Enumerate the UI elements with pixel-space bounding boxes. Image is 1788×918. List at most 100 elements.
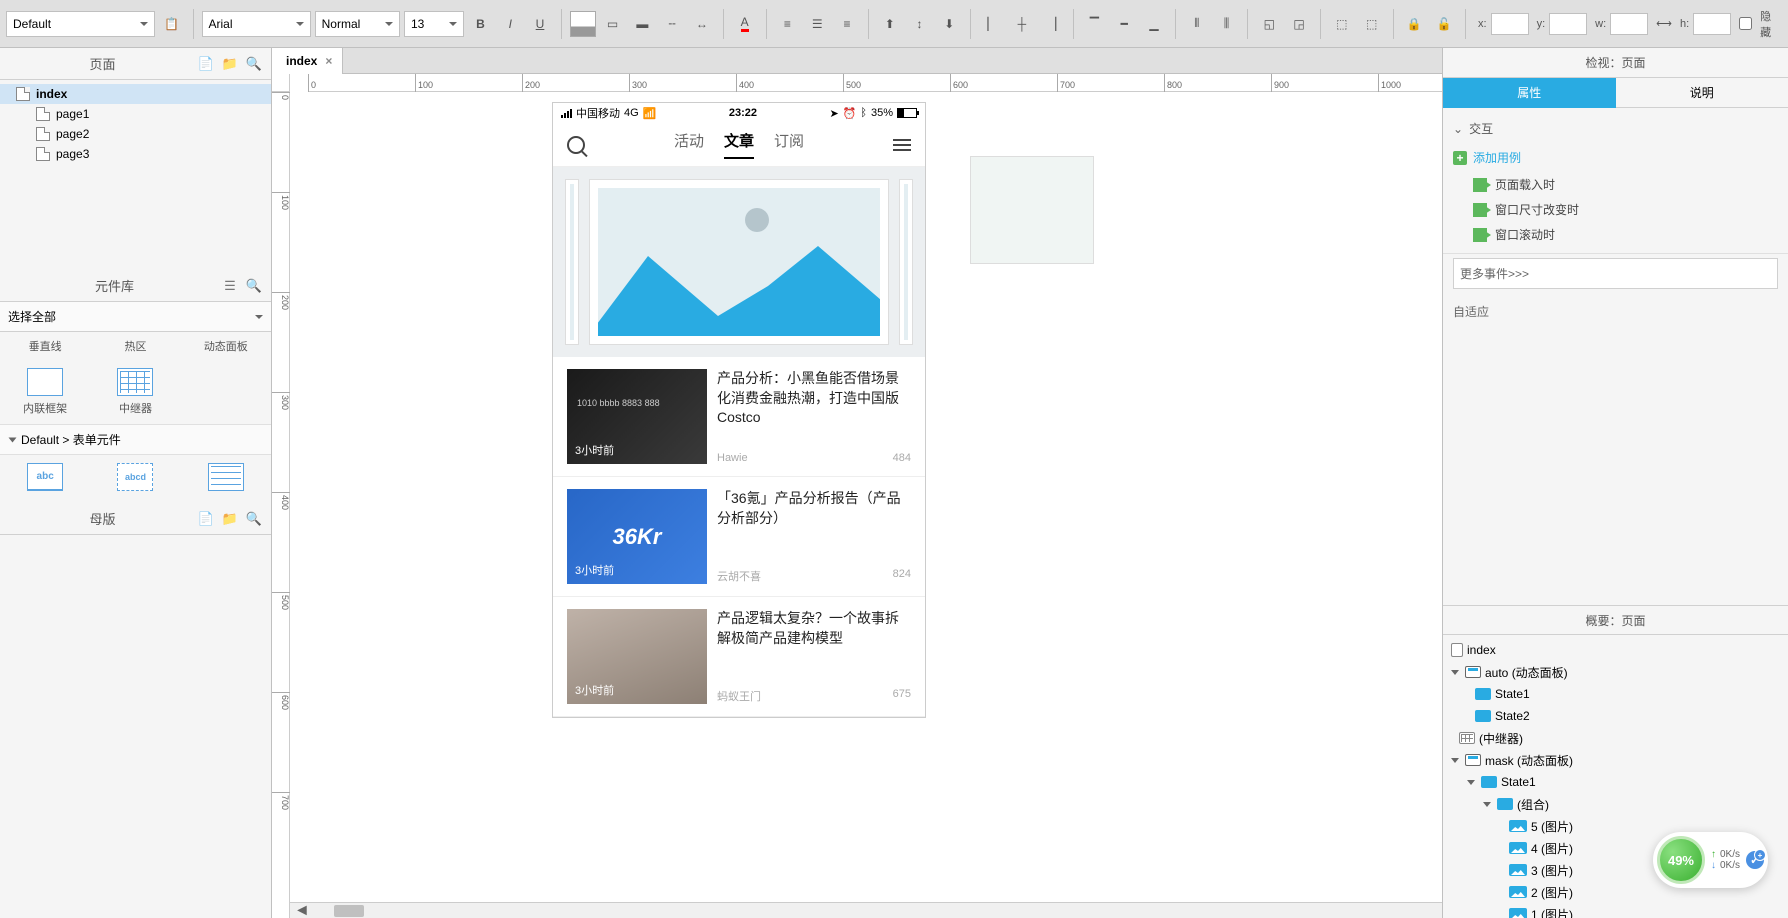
hidden-checkbox[interactable] [1739,17,1752,30]
library-category[interactable]: Default > 表单元件 [0,424,271,455]
valign-bottom-button[interactable]: ⬇ [936,11,962,37]
nav-tab-subscribe[interactable]: 订阅 [774,130,804,159]
article-title: 「36氪」产品分析报告（产品分析部分） [717,489,911,528]
w-input[interactable] [1610,13,1648,35]
library-search-icon[interactable]: 🔍 [245,277,263,295]
link-wh-icon[interactable]: ⟷ [1656,17,1672,30]
outline-dynpanel[interactable]: auto (动态面板) [1443,661,1788,683]
event-window-scroll[interactable]: 窗口滚动时 [1453,222,1778,247]
obj-align-middle[interactable]: ━ [1111,11,1137,37]
outline-state[interactable]: State2 [1443,705,1788,727]
page-root[interactable]: index [0,84,271,104]
tab-properties[interactable]: 属性 [1443,78,1616,108]
align-center-button[interactable]: ☰ [804,11,830,37]
align-left-button[interactable]: ≡ [775,11,801,37]
lock-button[interactable]: 🔒 [1402,11,1428,37]
underline-button[interactable]: U [527,11,553,37]
style-manager-icon[interactable]: 📋 [159,11,185,37]
obj-align-right[interactable]: ▕ [1039,11,1065,37]
outline-image[interactable]: 1 (图片) [1443,903,1788,918]
event-icon [1473,203,1487,217]
scrollbar-horizontal[interactable]: ◄ [290,902,1442,918]
style-select[interactable]: Default [6,11,155,37]
distribute-v[interactable]: ⫼ [1214,11,1240,37]
interactions-section[interactable]: ⌄交互 [1453,114,1778,143]
canvas-area: index× 010020030040050060070080090010001… [272,48,1442,918]
size-select[interactable]: 13 [404,11,464,37]
h-input[interactable] [1693,13,1731,35]
border-button[interactable]: ▬ [629,11,655,37]
search-masters-icon[interactable]: 🔍 [245,510,263,528]
outline-state[interactable]: State1 [1443,683,1788,705]
weight-select[interactable]: Normal [315,11,400,37]
carrier-label: 中国移动 [576,105,620,121]
line-color-button[interactable]: ▭ [600,11,626,37]
add-page-icon[interactable]: 📄 [197,55,215,73]
x-input[interactable] [1491,13,1529,35]
menu-icon[interactable] [893,139,911,151]
page-item[interactable]: page3 [0,144,271,164]
page-item[interactable]: page2 [0,124,271,144]
send-back[interactable]: ◲ [1286,11,1312,37]
article-thumb: 1010 bbbb 8883 8883小时前 [567,369,707,464]
valign-top-button[interactable]: ⬆ [877,11,903,37]
add-master-folder-icon[interactable]: 📁 [221,510,239,528]
fill-color-button[interactable] [570,11,596,37]
arrow-button[interactable]: ↔ [689,11,715,37]
obj-align-bottom[interactable]: ▁ [1141,11,1167,37]
more-events-button[interactable]: 更多事件>>> [1453,258,1778,289]
state-icon [1481,776,1497,788]
outline-root[interactable]: index [1443,639,1788,661]
obj-align-top[interactable]: ▔ [1082,11,1108,37]
text-color-button[interactable]: A [732,11,758,37]
library-filter[interactable]: 选择全部 [0,302,271,332]
bring-front[interactable]: ◱ [1256,11,1282,37]
widget-inline-frame[interactable]: 内联框架 [0,368,90,416]
article-item[interactable]: 3小时前 产品逻辑太复杂？一个故事拆解极简产品建构模型蚂蚁王门675 [553,597,925,717]
line-style-button[interactable]: ╌ [659,11,685,37]
bold-button[interactable]: B [468,11,494,37]
ungroup-button[interactable]: ⬚ [1359,11,1385,37]
page-item[interactable]: page1 [0,104,271,124]
nav-tab-article[interactable]: 文章 [724,130,754,159]
outline-repeater[interactable]: (中继器) [1443,727,1788,749]
article-item[interactable]: 36Kr3小时前 「36氪」产品分析报告（产品分析部分）云胡不喜824 [553,477,925,597]
add-folder-icon[interactable]: 📁 [221,55,239,73]
event-window-resize[interactable]: 窗口尺寸改变时 [1453,197,1778,222]
add-case-button[interactable]: +添加用例 [1453,143,1778,172]
nav-tab-activity[interactable]: 活动 [674,130,704,159]
obj-align-left[interactable]: ▏ [979,11,1005,37]
editor-tab[interactable]: index× [272,48,343,74]
speed-widget[interactable]: 49% ↑0K/s ↓0K/s ✓ [1653,832,1768,888]
y-input[interactable] [1549,13,1587,35]
search-pages-icon[interactable]: 🔍 [245,55,263,73]
distribute-h[interactable]: ⫴ [1184,11,1210,37]
library-menu-icon[interactable]: ☰ [221,277,239,295]
align-right-button[interactable]: ≡ [834,11,860,37]
widget-form-2[interactable]: abcd [90,463,180,495]
widget-form-3[interactable] [181,463,271,495]
group-button[interactable]: ⬚ [1329,11,1355,37]
obj-align-center[interactable]: ┼ [1009,11,1035,37]
widget-form-1[interactable]: abc [0,463,90,495]
add-master-icon[interactable]: 📄 [197,510,215,528]
hero-carousel[interactable] [553,167,925,357]
widget-repeater[interactable]: 中继器 [90,368,180,416]
tab-notes[interactable]: 说明 [1616,78,1788,108]
close-tab-icon[interactable]: × [325,54,332,68]
outline-state[interactable]: State1 [1443,771,1788,793]
h-label: h: [1680,18,1689,30]
dynpanel-icon [1465,666,1481,678]
valign-middle-button[interactable]: ↕ [907,11,933,37]
unlock-button[interactable]: 🔓 [1431,11,1457,37]
article-item[interactable]: 1010 bbbb 8883 8883小时前 产品分析：小黑鱼能否借场景化消费金… [553,357,925,477]
outline-dynpanel[interactable]: mask (动态面板) [1443,749,1788,771]
event-page-load[interactable]: 页面载入时 [1453,172,1778,197]
accelerate-icon[interactable]: ✓ [1746,851,1764,869]
outline-group[interactable]: (组合) [1443,793,1788,815]
italic-button[interactable]: I [497,11,523,37]
font-select[interactable]: Arial [202,11,311,37]
search-icon[interactable] [567,136,585,154]
canvas[interactable]: 中国移动 4G 📶 23:22 ➤ ⏰ ᛒ 35% [290,92,1442,918]
placeholder-block[interactable] [970,156,1094,264]
